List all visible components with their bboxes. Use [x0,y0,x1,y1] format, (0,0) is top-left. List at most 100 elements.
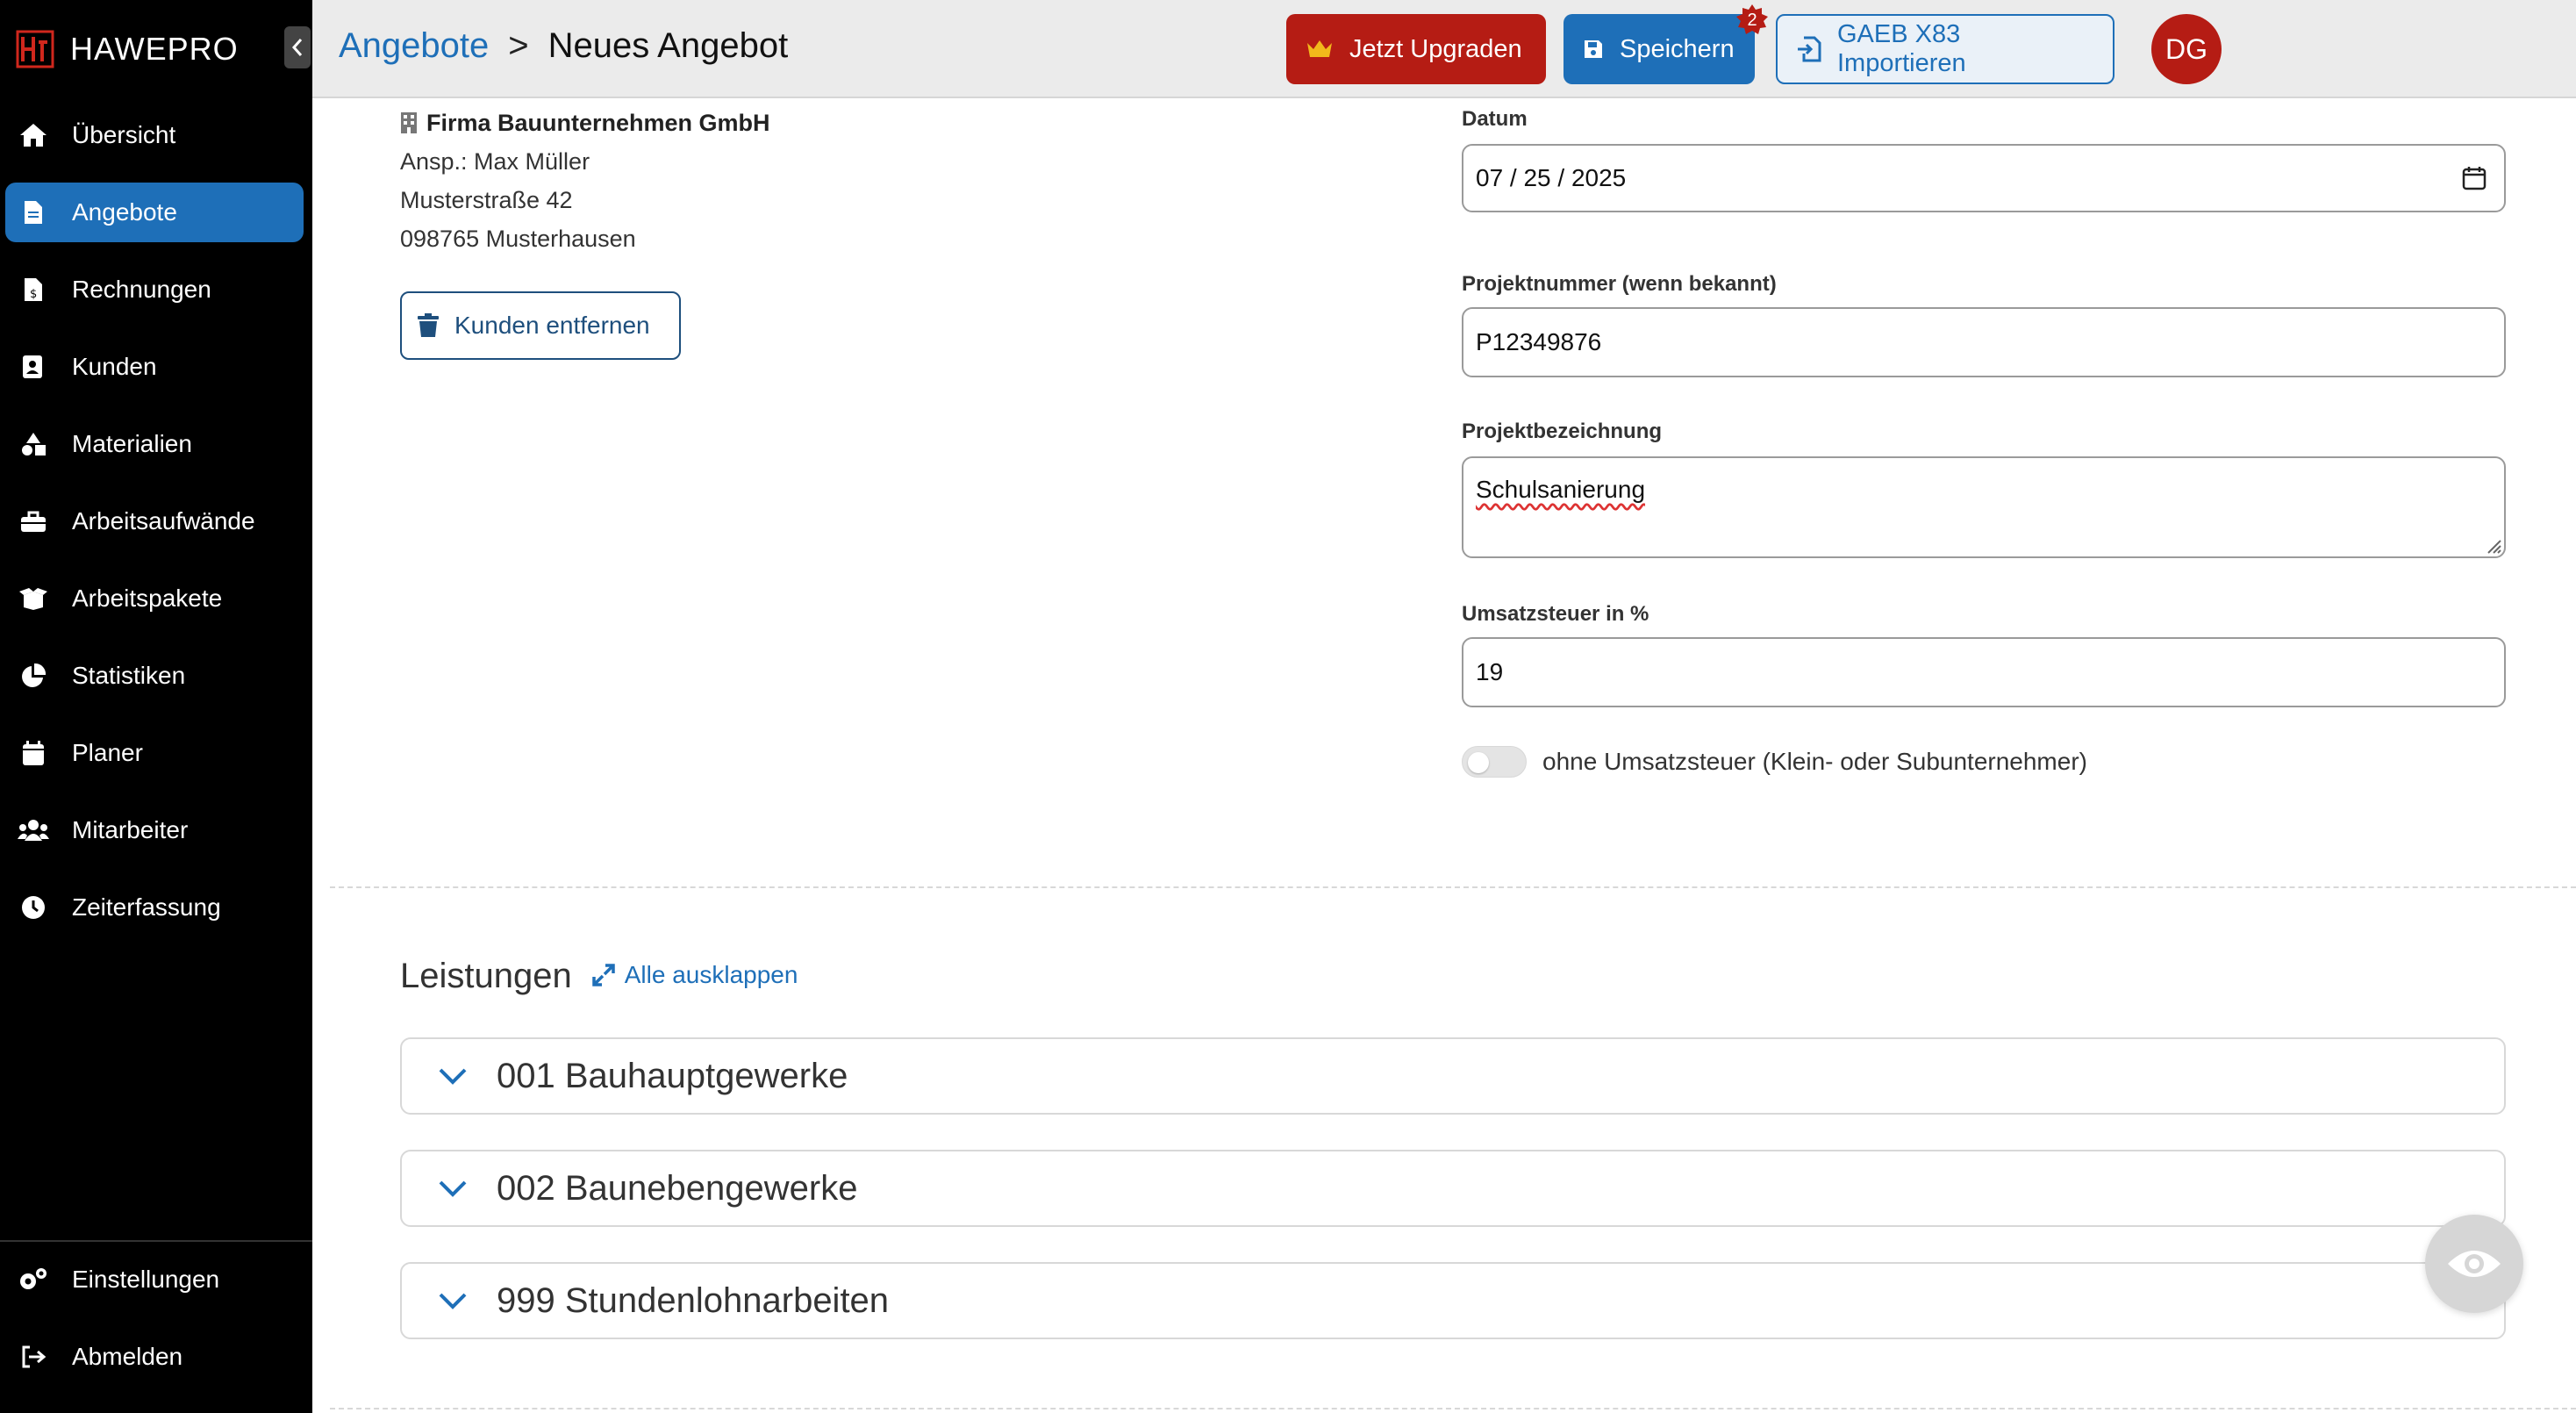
remove-customer-label: Kunden entfernen [454,312,650,339]
floppy-disk-icon [1583,39,1604,60]
eye-icon [2448,1251,2501,1277]
sidebar-item-statistiken[interactable]: Statistiken [5,646,304,706]
sidebar-item-abmelden[interactable]: Abmelden [5,1327,304,1387]
brand-name: HAWEPRO [70,31,239,67]
section-divider-bottom [330,1408,2576,1409]
sidebar-item-label: Planer [72,739,143,766]
customer-details: Firma Bauunternehmen GmbH Ansp.: Max Mül… [400,104,770,258]
customer-name-row: Firma Bauunternehmen GmbH [400,104,770,142]
invoice-icon: $ [18,274,49,305]
svg-text:$: $ [30,288,37,301]
vat-field[interactable] [1462,637,2506,707]
collapse-sidebar-button[interactable] [284,26,311,68]
preview-button[interactable] [2425,1215,2523,1313]
no-vat-toggle[interactable] [1462,746,1527,778]
chevron-down-icon [439,1180,467,1197]
project-number-label: Projektnummer (wenn bekannt) [1462,272,1777,296]
brand[interactable]: HAWEPRO [16,25,239,74]
sidebar-item-label: Arbeitsaufwände [72,507,255,534]
sidebar-item-uebersicht[interactable]: Übersicht [5,105,304,165]
sidebar-item-label: Zeiterfassung [72,893,221,921]
customer-contact: Ansp.: Max Müller [400,148,590,175]
sidebar-item-kunden[interactable]: Kunden [5,337,304,397]
sidebar-divider [0,1240,312,1242]
date-field[interactable]: 07 / 25 / 2025 [1462,144,2506,212]
chevron-down-icon [439,1293,467,1309]
save-label: Speichern [1620,34,1735,63]
chevron-left-icon [291,39,303,56]
no-vat-label: ohne Umsatzsteuer (Klein- oder Subuntern… [1542,748,2087,775]
services-title: Leistungen [400,957,572,995]
chevron-down-icon [439,1068,467,1085]
breadcrumb: Angebote > Neues Angebot [339,26,788,66]
service-group-002[interactable]: 002 Baunebengewerke [400,1150,2506,1227]
resize-grip-icon[interactable] [2483,535,2502,555]
pie-chart-icon [18,660,49,692]
date-label: Datum [1462,107,1528,131]
no-vat-toggle-row: ohne Umsatzsteuer (Klein- oder Subuntern… [1462,746,2087,778]
trash-icon [418,313,439,337]
sidebar-item-angebote[interactable]: Angebote [5,183,304,242]
toggle-knob [1468,752,1489,773]
box-open-icon [18,583,49,614]
expand-arrows-icon [591,964,615,986]
service-group-999[interactable]: 999 Stundenlohnarbeiten [400,1262,2506,1339]
expand-all-link[interactable]: Alle ausklappen [591,961,798,989]
logout-icon [18,1341,49,1373]
sidebar-item-rechnungen[interactable]: $ Rechnungen [5,260,304,319]
section-divider [330,886,2576,888]
sidebar-item-label: Mitarbeiter [72,816,189,843]
sidebar-item-mitarbeiter[interactable]: Mitarbeiter [5,800,304,860]
project-number-field[interactable] [1462,307,2506,377]
vat-input[interactable] [1476,658,2504,686]
service-group-label: 999 Stundenlohnarbeiten [497,1280,890,1320]
save-notification-badge: 2 [1735,4,1769,37]
sidebar-item-label: Übersicht [72,121,176,148]
expand-all-label: Alle ausklappen [624,961,798,988]
page-title: Neues Angebot [547,26,789,65]
customer-name: Firma Bauunternehmen GmbH [426,110,770,136]
sidebar-item-label: Abmelden [72,1343,183,1370]
sidebar-item-label: Rechnungen [72,276,211,303]
sidebar-item-zeiterfassung[interactable]: Zeiterfassung [5,878,304,937]
breadcrumb-link-angebote[interactable]: Angebote [339,26,489,66]
sidebar-item-arbeitsaufwaende[interactable]: Arbeitsaufwände [5,491,304,551]
calendar-picker-icon[interactable] [2462,166,2487,190]
sidebar-nav: Übersicht Angebote $ Rechnungen Kunden M… [5,105,304,955]
sidebar-item-label: Angebote [72,198,177,226]
project-name-field[interactable]: Schulsanierung [1462,456,2506,558]
toolbox-icon [18,506,49,537]
save-button[interactable]: Speichern [1563,14,1755,84]
sidebar-item-arbeitspakete[interactable]: Arbeitspakete [5,569,304,628]
sidebar-item-planer[interactable]: Planer [5,723,304,783]
sidebar-item-label: Materialien [72,430,192,457]
sidebar-item-materialien[interactable]: Materialien [5,414,304,474]
building-icon [401,112,417,133]
project-number-input[interactable] [1476,328,2504,356]
customer-street: Musterstraße 42 [400,187,573,213]
clock-icon [18,892,49,923]
sidebar: HAWEPRO Übersicht Angebote $ Rechnungen … [0,0,312,1413]
save-badge-count: 2 [1747,10,1757,30]
sidebar-item-einstellungen[interactable]: Einstellungen [5,1250,304,1309]
date-value: 07 / 25 / 2025 [1476,164,1627,191]
file-import-icon [1797,36,1821,62]
remove-customer-button[interactable]: Kunden entfernen [400,291,681,360]
contact-card-icon [18,351,49,383]
project-name-label: Projektbezeichnung [1462,420,1663,443]
gears-icon [18,1264,49,1295]
users-icon [18,814,49,846]
project-name-value[interactable]: Schulsanierung [1476,476,1645,504]
gaeb-import-button[interactable]: GAEB X83 Importieren [1776,14,2114,84]
upgrade-button[interactable]: Jetzt Upgraden [1286,14,1546,84]
breadcrumb-separator: > [508,26,529,65]
avatar[interactable]: DG [2151,14,2222,84]
upgrade-label: Jetzt Upgraden [1349,34,1522,63]
shapes-icon [18,428,49,460]
service-group-label: 001 Bauhauptgewerke [497,1056,848,1095]
calendar-icon [18,737,49,769]
service-group-001[interactable]: 001 Bauhauptgewerke [400,1037,2506,1115]
sidebar-item-label: Arbeitspakete [72,585,223,612]
document-icon [18,197,49,228]
sidebar-bottom-nav: Einstellungen Abmelden [5,1250,304,1404]
